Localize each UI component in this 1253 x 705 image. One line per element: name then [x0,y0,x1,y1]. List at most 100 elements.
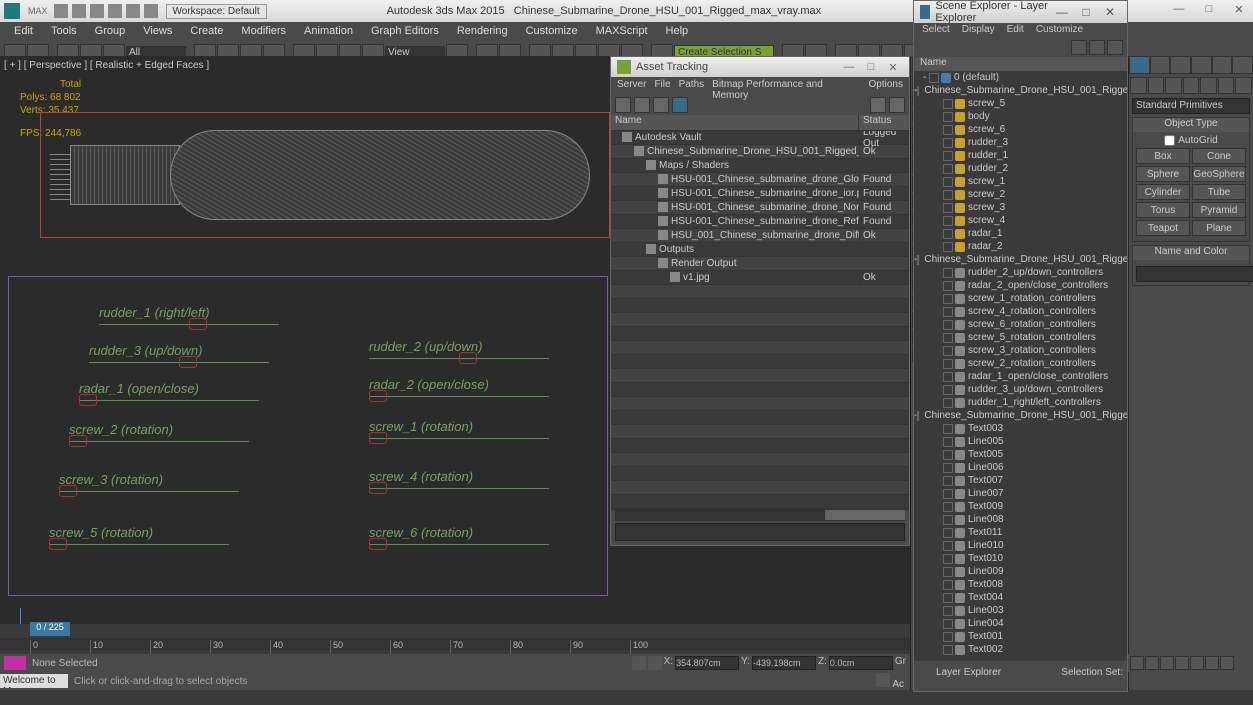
scene-node[interactable]: rudder_2_up/down_controllers [914,266,1127,279]
scene-menu-item[interactable]: Display [962,24,995,38]
rig-control[interactable]: rudder_3 (up/down) [89,343,269,363]
viewport-label[interactable]: [ + ] [ Perspective ] [ Realistic + Edge… [4,60,209,71]
scene-node[interactable]: Line003 [914,604,1127,617]
scene-node[interactable]: screw_3 [914,201,1127,214]
scene-node[interactable]: body [914,110,1127,123]
x-coord-input[interactable] [675,656,739,670]
asset-row[interactable]: HSU-001_Chinese_submarine_drone_Reflecti… [611,215,909,229]
scene-node[interactable]: Line007 [914,487,1127,500]
open-icon[interactable] [72,4,86,18]
maximize-icon[interactable]: □ [861,61,881,74]
create-pyramid-button[interactable]: Pyramid [1192,202,1246,218]
asset-row[interactable]: Outputs [611,243,909,257]
scene-node[interactable]: screw_1_rotation_controllers [914,292,1127,305]
asset-row[interactable]: HSU-001_Chinese_submarine_drone_Glossine… [611,173,909,187]
maximize-icon[interactable]: □ [1075,5,1097,19]
scene-node[interactable]: Text009 [914,500,1127,513]
scene-node[interactable]: Line009 [914,565,1127,578]
rig-control[interactable]: rudder_2 (up/down) [369,339,549,359]
scene-node[interactable]: Line010 [914,539,1127,552]
asset-path-input[interactable] [615,523,905,541]
asset-row[interactable]: Maps / Shaders [611,159,909,173]
scene-node[interactable]: rudder_2 [914,162,1127,175]
detail-view-icon[interactable] [672,97,688,113]
scene-node[interactable]: screw_2_rotation_controllers [914,357,1127,370]
script-listener[interactable]: Welcome to M [0,674,68,688]
helpers-icon[interactable] [1200,77,1217,94]
scene-node[interactable]: -Chinese_Submarine_Drone_HSU_001_Rigged_… [914,253,1127,266]
scene-explorer-titlebar[interactable]: Scene Explorer - Layer Explorer —□✕ [914,1,1127,23]
scene-node[interactable]: rudder_1 [914,149,1127,162]
scene-node[interactable]: -Chinese_Submarine_Drone_HSU_001_Rigged [914,84,1127,97]
maximize-icon[interactable]: □ [1195,3,1223,19]
scene-node[interactable]: Text007 [914,474,1127,487]
scene-node[interactable]: -Chinese_Submarine_Drone_HSU_001_Rigged_… [914,409,1127,422]
create-tube-button[interactable]: Tube [1192,184,1246,200]
footer-mode[interactable]: Layer Explorer [936,667,1001,678]
asset-list[interactable]: Autodesk VaultLogged OutChinese_Submarin… [611,131,909,511]
asset-row[interactable]: Render Output [611,257,909,271]
modify-tab[interactable] [1150,56,1171,74]
scene-node[interactable]: screw_6 [914,123,1127,136]
create-cylinder-button[interactable]: Cylinder [1136,184,1190,200]
footer-sel-icon[interactable] [1043,666,1055,678]
scene-node[interactable]: Line006 [914,461,1127,474]
create-plane-button[interactable]: Plane [1192,220,1246,236]
create-box-button[interactable]: Box [1136,148,1190,164]
scene-node[interactable]: Text011 [914,526,1127,539]
rig-control[interactable]: screw_6 (rotation) [369,525,549,545]
scene-tree[interactable]: -0 (default)-Chinese_Submarine_Drone_HSU… [914,71,1127,661]
z-coord-input[interactable] [829,656,893,670]
create-tab[interactable] [1129,56,1150,74]
close-icon[interactable]: ✕ [1099,5,1121,19]
menu-edit[interactable]: Edit [6,24,41,38]
scene-node[interactable]: rudder_3 [914,136,1127,149]
key-mode-icon[interactable] [1205,656,1219,670]
timeline[interactable]: 0 / 225 0102030405060708090100 [0,624,910,654]
workspace-dropdown[interactable]: Workspace: Default [166,4,267,19]
scene-node[interactable]: -0 (default) [914,71,1127,84]
hierarchy-tab[interactable] [1170,56,1191,74]
asset-row[interactable]: HSU-001_Chinese_submarine_drone_ior.pngF… [611,187,909,201]
scene-node[interactable]: radar_1_open/close_controllers [914,370,1127,383]
rig-control[interactable]: screw_4 (rotation) [369,469,549,489]
scene-node[interactable]: Text008 [914,578,1127,591]
asset-menu-item[interactable]: Options [869,79,903,93]
table-view-icon[interactable] [653,97,669,113]
scene-node[interactable]: screw_6_rotation_controllers [914,318,1127,331]
options-icon[interactable] [889,97,905,113]
menu-animation[interactable]: Animation [296,24,361,38]
abs-rel-icon[interactable] [648,656,662,670]
scene-node[interactable]: Text005 [914,448,1127,461]
tool-filter-icon[interactable] [1089,40,1105,55]
new-icon[interactable] [54,4,68,18]
close-icon[interactable]: ✕ [1225,3,1253,19]
scene-node[interactable]: Text001 [914,630,1127,643]
tree-view-icon[interactable] [615,97,631,113]
scene-node[interactable]: screw_5_rotation_controllers [914,331,1127,344]
help-icon[interactable] [870,97,886,113]
scene-node[interactable]: screw_4_rotation_controllers [914,305,1127,318]
scene-node[interactable]: radar_2_open/close_controllers [914,279,1127,292]
scene-menu-item[interactable]: Select [922,24,950,38]
menu-tools[interactable]: Tools [43,24,85,38]
cameras-icon[interactable] [1183,77,1200,94]
rig-control[interactable]: rudder_1 (right/left) [99,305,279,325]
geometry-icon[interactable] [1130,77,1147,94]
utilities-tab[interactable] [1232,56,1253,74]
lights-icon[interactable] [1165,77,1182,94]
menu-maxscript[interactable]: MAXScript [588,24,656,38]
play-icon[interactable] [1160,656,1174,670]
scene-node[interactable]: Line008 [914,513,1127,526]
object-name-input[interactable] [1136,266,1253,282]
comm-center-icon[interactable] [876,673,890,687]
menu-modifiers[interactable]: Modifiers [233,24,294,38]
display-tab[interactable] [1212,56,1233,74]
goto-end-icon[interactable] [1190,656,1204,670]
menu-create[interactable]: Create [182,24,231,38]
time-slider[interactable]: 0 / 225 [30,622,70,636]
asset-row[interactable]: Chinese_Submarine_Drone_HSU_001_Rigged_m… [611,145,909,159]
scene-node[interactable]: rudder_3_up/down_controllers [914,383,1127,396]
asset-menu-item[interactable]: Paths [679,79,705,93]
spacewarps-icon[interactable] [1218,77,1235,94]
